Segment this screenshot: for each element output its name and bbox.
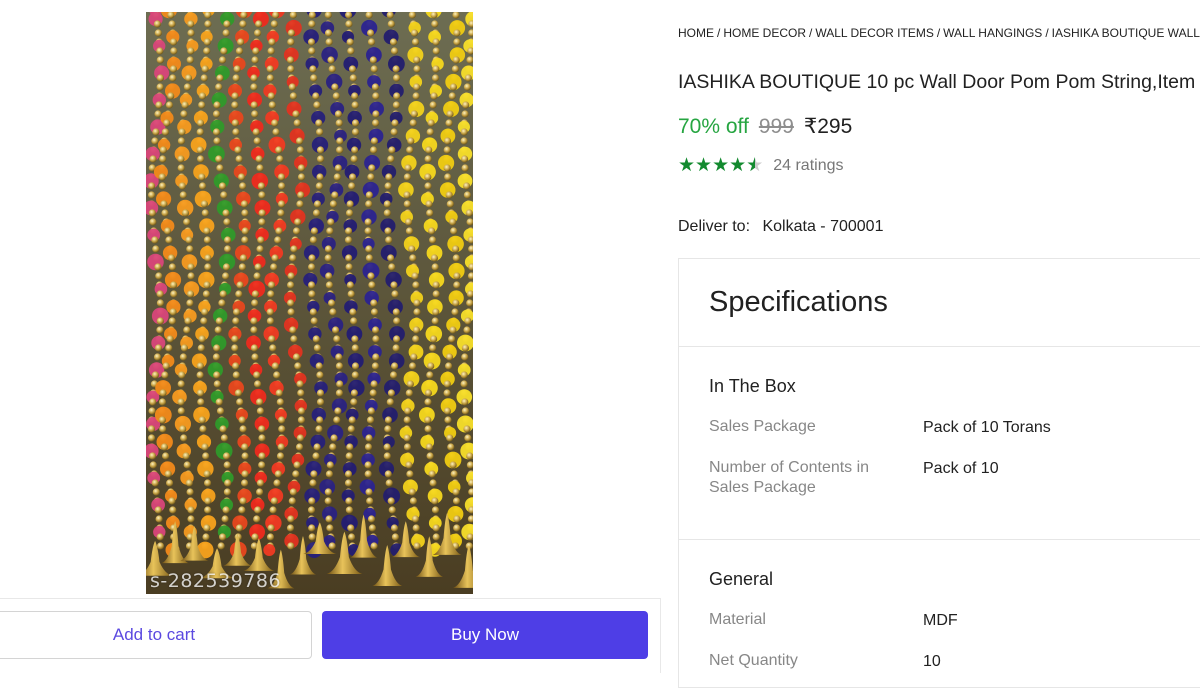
spec-label-net-quantity: Net Quantity	[709, 652, 798, 669]
divider	[679, 539, 1200, 540]
discount-percent: 70% off	[678, 115, 749, 138]
spec-label-number-of-contents: Number of Contents in Sales Package	[709, 459, 870, 496]
spec-value-sales-package: Pack of 10 Torans	[923, 419, 1051, 436]
selling-price: ₹295	[803, 115, 853, 138]
star-icon: ★	[678, 155, 696, 176]
star-icon: ★	[712, 155, 730, 176]
breadcrumb-item-wall-hangings[interactable]: WALL HANGINGS	[943, 26, 1042, 40]
spec-value-net-quantity: 10	[923, 653, 941, 670]
spec-value-material: MDF	[923, 612, 958, 629]
star-icon: ★	[729, 155, 747, 176]
product-title: IASHIKA BOUTIQUE 10 pc Wall Door Pom Pom…	[678, 71, 1196, 93]
breadcrumb-separator: /	[717, 26, 721, 40]
breadcrumb: HOME / HOME DECOR / WALL DECOR ITEMS / WALL HA…	[678, 26, 1200, 40]
breadcrumb-item-home[interactable]: HOME	[678, 26, 714, 40]
breadcrumb-separator: /	[936, 26, 941, 40]
section-heading-in-the-box: In The Box	[709, 376, 796, 396]
add-to-cart-button[interactable]: Add to cart	[0, 611, 312, 659]
breadcrumb-item-home-decor[interactable]: HOME DECOR	[723, 26, 806, 40]
breadcrumb-item-product[interactable]: IASHIKA BOUTIQUE WALL	[1052, 26, 1200, 40]
price-row: 70% off 999 ₹295	[678, 114, 852, 139]
star-rating: ★★★★★★	[678, 154, 763, 177]
pom-pom-toran-photo	[146, 12, 473, 594]
rating-row[interactable]: ★★★★★★ 24 ratings	[678, 154, 844, 177]
spec-label-sales-package: Sales Package	[709, 418, 816, 435]
delivery-pincode: Kolkata - 700001	[762, 218, 884, 235]
star-icon: ★	[695, 155, 713, 176]
breadcrumb-item-wall-decor[interactable]: WALL DECOR ITEMS	[815, 26, 933, 40]
ratings-count: 24 ratings	[773, 156, 844, 174]
star-icon: ★★	[746, 155, 764, 176]
specifications-title: Specifications	[709, 286, 888, 318]
breadcrumb-separator: /	[809, 26, 813, 40]
deliver-label: Deliver to:	[678, 218, 751, 235]
action-bar: Add to cart Buy Now	[0, 598, 661, 673]
buy-now-button[interactable]: Buy Now	[322, 611, 648, 659]
spec-label-material: Material	[709, 611, 766, 628]
product-image[interactable]: s-282539786	[146, 12, 473, 594]
delivery-location[interactable]: Deliver to: Kolkata - 700001	[678, 218, 883, 236]
section-heading-general: General	[709, 569, 774, 589]
original-price: 999	[758, 115, 794, 138]
image-watermark: s-282539786	[150, 570, 282, 592]
breadcrumb-separator: /	[1045, 26, 1049, 40]
specifications-panel: Specifications In The Box Sales Package …	[678, 258, 1200, 688]
divider	[679, 346, 1200, 347]
spec-value-number-of-contents: Pack of 10	[923, 460, 999, 477]
